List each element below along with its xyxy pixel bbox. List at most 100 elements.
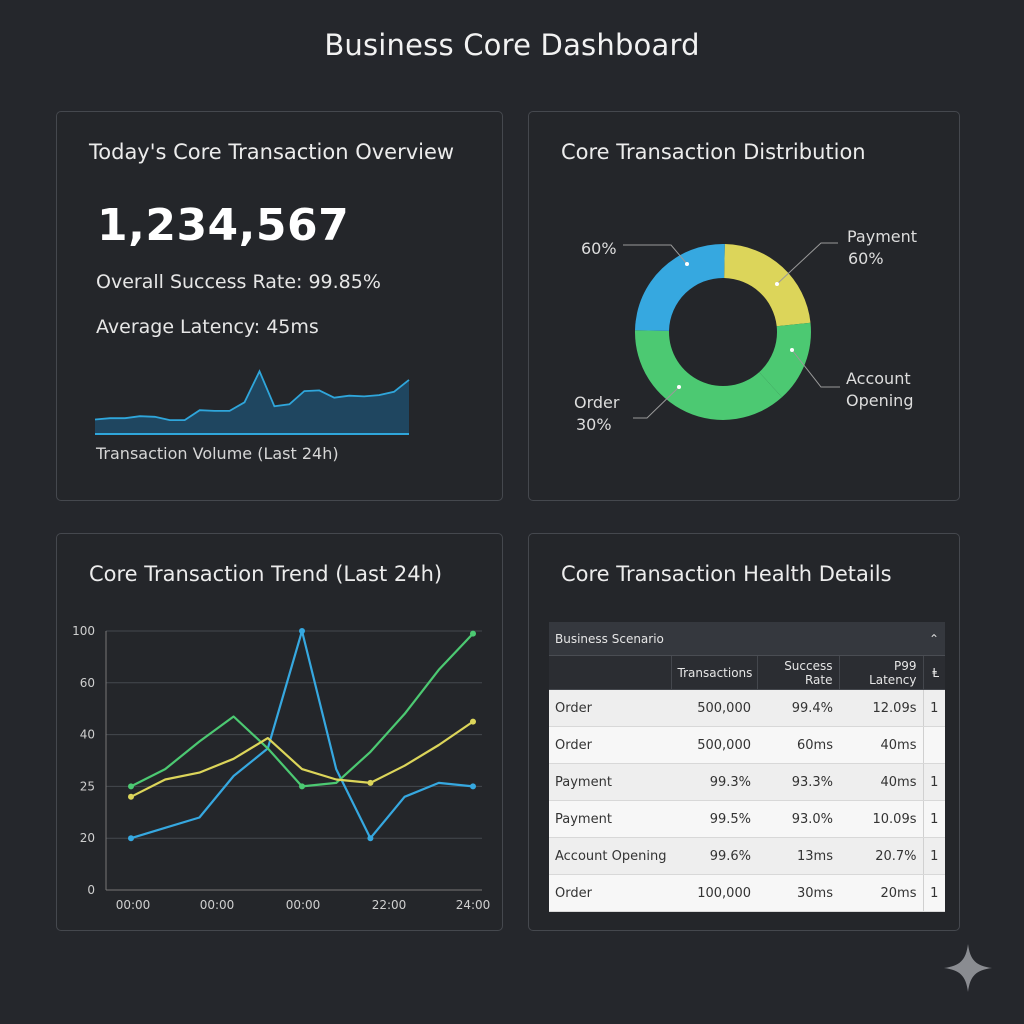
y-tick-label: 0	[87, 883, 95, 897]
table-cell: 99.5%	[671, 800, 757, 838]
average-latency: Average Latency: 45ms	[96, 316, 319, 338]
column-header[interactable]	[549, 655, 671, 690]
x-tick-label: 24:00	[456, 898, 491, 912]
trend-series-line	[130, 632, 474, 788]
y-tick-label: 100	[72, 624, 95, 638]
table-cell: Payment	[549, 763, 671, 801]
y-tick-label: 25	[80, 779, 95, 793]
callout-blue-pct: 60%	[581, 239, 617, 258]
trend-point	[367, 835, 374, 842]
table-row[interactable]: Order 500,000 60ms 40ms	[549, 726, 946, 764]
callout-dot	[775, 282, 779, 286]
table-cell: 1	[922, 800, 946, 838]
callout-dot	[685, 262, 689, 266]
overview-title: Today's Core Transaction Overview	[89, 140, 455, 164]
table-cell: 93.0%	[757, 800, 839, 838]
callout-account-line2: Opening	[846, 391, 914, 410]
distribution-donut	[623, 242, 840, 420]
table-cell: 10.09s	[839, 800, 923, 838]
total-transactions: 1,234,567	[97, 200, 350, 251]
callout-account-line1: Account	[846, 369, 911, 388]
trend-point	[367, 779, 374, 786]
scenario-label: Business Scenario	[555, 631, 664, 646]
table-cell: 1	[922, 763, 946, 801]
trend-line-chart: 100 60 40 25 20 0 00:00 00:00 00:00 22:00 24:00	[72, 624, 491, 912]
table-cell: 40ms	[839, 763, 923, 801]
table-cell: Payment	[549, 800, 671, 838]
table-row[interactable]: Payment 99.5% 93.0% 10.09s 1	[549, 800, 946, 838]
table-cell: 93.3%	[757, 763, 839, 801]
y-tick-label: 40	[80, 728, 95, 742]
success-rate: Overall Success Rate: 99.85%	[96, 271, 381, 293]
callout-dot	[677, 385, 681, 389]
y-tick-label: 20	[80, 831, 95, 845]
column-header[interactable]: P99 Latency	[838, 655, 923, 690]
column-header[interactable]: Ⱡ	[922, 655, 946, 690]
callout-order-name: Order	[574, 393, 620, 412]
table-row[interactable]: Account Opening 99.6% 13ms 20.7% 1	[549, 837, 946, 875]
overview-card: Today's Core Transaction Overview 1,234,…	[56, 111, 503, 501]
health-card: Core Transaction Health Details Business…	[528, 533, 960, 931]
x-tick-label: 00:00	[286, 898, 321, 912]
health-table: Business Scenario ⌃ Transactions Success …	[549, 622, 946, 912]
table-row[interactable]: Order 100,000 30ms 20ms 1	[549, 874, 946, 912]
table-cell: 99.3%	[671, 763, 757, 801]
sparkline-caption: Transaction Volume (Last 24h)	[96, 444, 339, 463]
table-cell: Order	[549, 726, 671, 764]
table-cell: 500,000	[671, 689, 757, 727]
trend-point	[128, 793, 134, 800]
table-row[interactable]: Order 500,000 99.4% 12.09s 1	[549, 689, 946, 727]
table-cell: 100,000	[671, 874, 757, 912]
column-header[interactable]: Success Rate	[756, 655, 839, 690]
table-cell: 13ms	[757, 837, 839, 875]
donut-slice	[635, 243, 725, 331]
trend-card: Core Transaction Trend (Last 24h) 100 60 4…	[56, 533, 503, 931]
callout-dot	[790, 348, 794, 352]
table-cell: 1	[922, 837, 946, 875]
table-cell: Account Opening	[549, 837, 671, 875]
column-header-row: Transactions Success Rate P99 Latency Ⱡ	[549, 655, 946, 690]
x-tick-label: 00:00	[116, 898, 151, 912]
trend-point	[299, 628, 305, 634]
table-cell: 40ms	[839, 726, 923, 764]
x-tick-label: 22:00	[372, 898, 407, 912]
column-header[interactable]: Transactions	[670, 655, 757, 690]
table-cell	[922, 726, 946, 764]
table-cell: 20ms	[839, 874, 923, 912]
trend-point	[128, 835, 134, 842]
x-tick-label: 00:00	[200, 898, 235, 912]
volume-sparkline	[95, 369, 410, 435]
distribution-card: Core Transaction Distribution 60% Paymen…	[528, 111, 960, 501]
table-cell: 20.7%	[839, 837, 923, 875]
health-table-body: Order 500,000 99.4% 12.09s 1 Order 500,000 60ms…	[549, 689, 946, 912]
table-cell: 30ms	[757, 874, 839, 912]
sparkle-icon	[944, 944, 992, 992]
table-cell: 99.6%	[671, 837, 757, 875]
scenario-filter[interactable]: Business Scenario ⌃	[549, 622, 946, 656]
callout-order-pct: 30%	[576, 415, 612, 434]
donut-slice	[724, 244, 811, 327]
y-tick-label: 60	[80, 676, 95, 690]
sparkline-area	[95, 371, 409, 434]
table-cell: Order	[549, 874, 671, 912]
table-row[interactable]: Payment 99.3% 93.3% 40ms 1	[549, 763, 946, 801]
chevron-up-icon[interactable]: ⌃	[929, 632, 939, 646]
trend-point	[470, 630, 476, 637]
table-cell: 60ms	[757, 726, 839, 764]
donut-slice	[634, 330, 782, 420]
scenario-header-row[interactable]: Business Scenario ⌃	[549, 622, 946, 656]
table-cell: 12.09s	[839, 689, 923, 727]
table-cell: Order	[549, 689, 671, 727]
callout-payment-name: Payment	[847, 227, 918, 246]
table-cell: 1	[922, 689, 946, 727]
trend-point	[470, 783, 476, 790]
trend-point	[470, 718, 476, 725]
table-cell: 500,000	[671, 726, 757, 764]
trend-point	[299, 783, 305, 790]
table-cell: 99.4%	[757, 689, 839, 727]
callout-payment-pct: 60%	[848, 249, 884, 268]
health-title: Core Transaction Health Details	[561, 562, 892, 586]
page-title: Business Core Dashboard	[324, 28, 700, 62]
table-cell: 1	[922, 874, 946, 912]
trend-point	[128, 783, 134, 790]
